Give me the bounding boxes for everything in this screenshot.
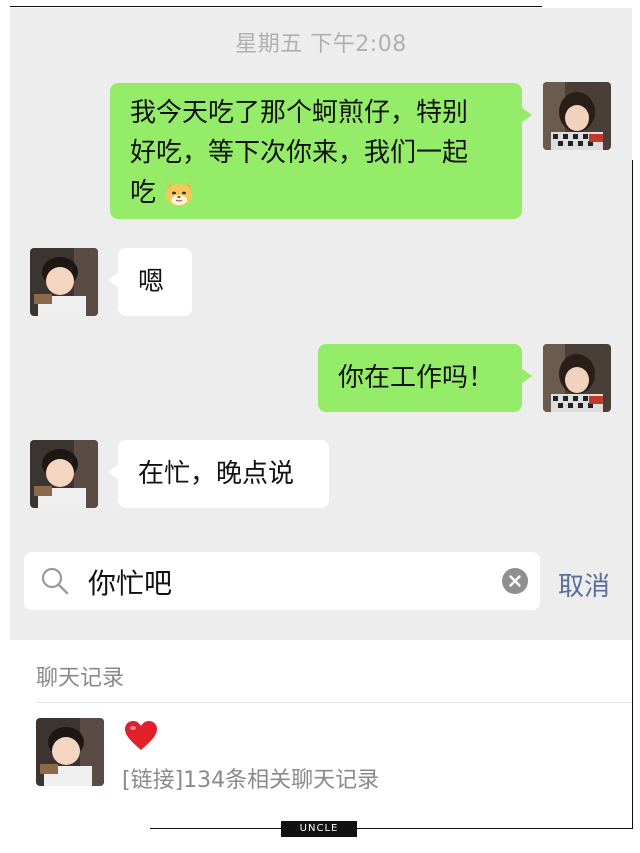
divider: [36, 702, 632, 703]
frame-line-bottom: [150, 828, 633, 829]
search-results: 聊天记录 [链接]134条相关聊天记录: [10, 640, 632, 810]
frame-line-right: [632, 160, 633, 828]
search-icon: [40, 566, 70, 600]
message-bubble-sent[interactable]: 我今天吃了那个蚵煎仔，特别 好吃，等下次你来，我们一起 吃: [110, 83, 532, 219]
message-bubble-sent[interactable]: 你在工作吗！: [318, 344, 532, 412]
message-line: 我今天吃了那个蚵煎仔，特别: [130, 98, 469, 128]
chat-area[interactable]: 星期五 下午2:08 我今天吃了那个蚵煎仔，特别 好吃，等下次你来，我们一起 吃: [10, 8, 632, 534]
contact-avatar: [36, 718, 104, 786]
message-bubble-received[interactable]: 在忙，晚点说: [108, 440, 329, 508]
section-label-chat-history: 聊天记录: [36, 666, 125, 691]
search-input[interactable]: 你忙吧: [24, 552, 540, 610]
search-query: 你忙吧: [88, 567, 173, 600]
clear-icon[interactable]: [502, 568, 528, 598]
cancel-button[interactable]: 取消: [558, 566, 610, 603]
my-avatar[interactable]: [543, 82, 611, 150]
contact-avatar[interactable]: [30, 248, 98, 316]
result-description: [链接]134条相关聊天记录: [122, 768, 380, 793]
cat-face-emoji: [164, 179, 194, 219]
red-heart-icon: [124, 720, 158, 756]
message-bubble-received[interactable]: 嗯: [108, 248, 192, 316]
my-avatar[interactable]: [543, 344, 611, 412]
message-text: 嗯: [138, 267, 165, 297]
chat-timestamp: 星期五 下午2:08: [235, 32, 407, 57]
result-item[interactable]: [链接]134条相关聊天记录: [10, 710, 632, 806]
message-text: 你在工作吗！: [338, 363, 495, 393]
frame-line-top: [10, 6, 542, 7]
message-line: 吃: [130, 178, 157, 208]
search-bar-area: 你忙吧 取消: [10, 534, 632, 640]
watermark: UNCLE MONA: [281, 821, 357, 850]
message-line: 好吃，等下次你来，我们一起: [130, 138, 469, 168]
contact-avatar[interactable]: [30, 440, 98, 508]
message-text: 在忙，晚点说: [138, 459, 295, 489]
